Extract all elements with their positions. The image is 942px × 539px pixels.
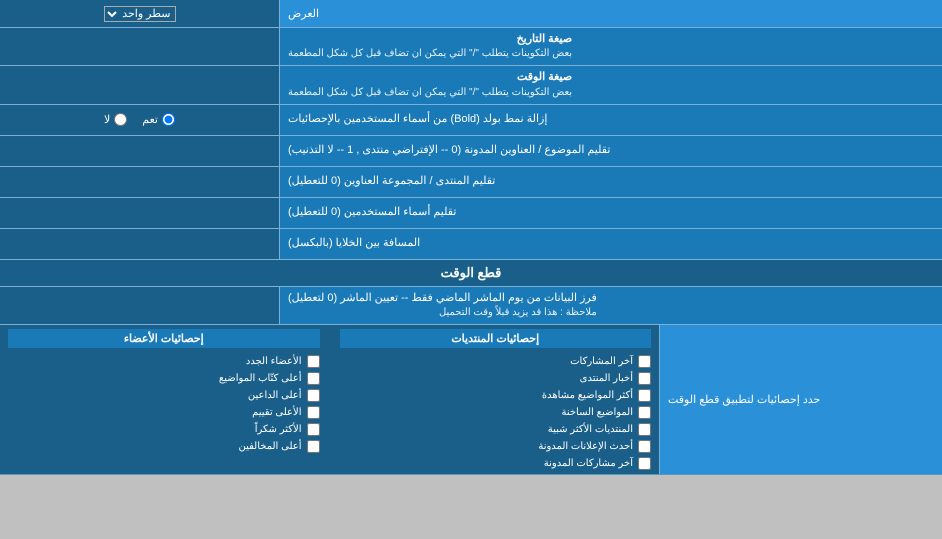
time-cutoff-input-container: 0 [0,287,280,324]
col1-checkboxes: إحصائيات المنتديات آخر المشاركات أخبار ا… [340,329,652,470]
trim-forum-row: تقليم المنتدى / المجموعة العناوين (0 للت… [0,167,942,198]
checkbox-most-viewed[interactable] [638,389,651,402]
list-item: آخر مشاركات المدونة [340,457,652,470]
bold-remove-label: إزالة نمط بولد (Bold) من أسماء المستخدمي… [280,105,942,135]
time-format-label: صيغة الوقت بعض التكوينات يتطلب "/" التي … [280,66,942,103]
bold-no-radio[interactable] [114,113,127,126]
list-item: أكثر المواضيع مشاهدة [340,389,652,402]
checkbox-forum-news[interactable] [638,372,651,385]
bold-yes-radio[interactable] [162,113,175,126]
checkbox-latest-announcements[interactable] [638,440,651,453]
trim-topic-row: تقليم الموضوع / العناوين المدونة (0 -- ا… [0,136,942,167]
trim-users-label: تقليم أسماء المستخدمين (0 للتعطيل) [280,198,942,228]
trim-topic-input[interactable]: 33 [5,144,274,158]
date-format-input[interactable]: d-m [5,40,274,54]
trim-forum-input[interactable]: 33 [5,175,274,189]
main-container: العرض سطر واحد سطرين ثلاثة أسطر صيغة الت… [0,0,942,475]
trim-users-input-container: 0 [0,198,280,228]
bold-remove-row: إزالة نمط بولد (Bold) من أسماء المستخدمي… [0,105,942,136]
cell-padding-input[interactable]: 2 [5,237,274,251]
date-format-input-container: d-m [0,28,280,65]
list-item: أخبار المنتدى [340,372,652,385]
date-format-row: صيغة التاريخ بعض التكوينات يتطلب "/" الت… [0,28,942,66]
trim-forum-label: تقليم المنتدى / المجموعة العناوين (0 للت… [280,167,942,197]
list-item: الأعلى تقييم [8,406,320,419]
checkbox-most-thanks[interactable] [307,423,320,436]
bold-remove-radios: تعم لا [0,105,280,135]
checkbox-similar-forums[interactable] [638,423,651,436]
col2-checkboxes: إحصائيات الأعضاء الأعضاء الجدد أعلى كتّا… [8,329,320,470]
display-select-container: سطر واحد سطرين ثلاثة أسطر [0,0,280,27]
list-item: المنتديات الأكثر شبية [340,423,652,436]
checkbox-last-blog-posts[interactable] [638,457,651,470]
stats-apply-label: حدد إحصائيات لتطبيق قطع الوقت [660,325,942,474]
checkboxes-container: إحصائيات المنتديات آخر المشاركات أخبار ا… [0,325,660,474]
col2-header: إحصائيات الأعضاء [8,329,320,348]
checkbox-last-posts[interactable] [638,355,651,368]
checkbox-top-writers[interactable] [307,372,320,385]
cell-padding-input-container: 2 [0,229,280,259]
display-row: العرض سطر واحد سطرين ثلاثة أسطر [0,0,942,28]
checkbox-top-rated[interactable] [307,406,320,419]
list-item: الأعضاء الجدد [8,355,320,368]
checkbox-hot-topics[interactable] [638,406,651,419]
display-select[interactable]: سطر واحد سطرين ثلاثة أسطر [104,6,176,22]
list-item: أعلى الداعين [8,389,320,402]
time-format-input[interactable]: H:i [5,78,274,92]
time-cutoff-header: قطع الوقت [0,260,942,287]
trim-topic-label: تقليم الموضوع / العناوين المدونة (0 -- ا… [280,136,942,166]
list-item: آخر المشاركات [340,355,652,368]
list-item: المواضيع الساخنة [340,406,652,419]
trim-forum-input-container: 33 [0,167,280,197]
cell-padding-label: المسافة بين الخلايا (بالبكسل) [280,229,942,259]
list-item: أعلى كتّاب المواضيع [8,372,320,385]
list-item: الأكثر شكراً [8,423,320,436]
col1-header: إحصائيات المنتديات [340,329,652,348]
time-cutoff-input[interactable]: 0 [5,298,274,312]
time-cutoff-row: فرز البيانات من يوم الماشر الماضي فقط --… [0,287,942,325]
trim-topic-input-container: 33 [0,136,280,166]
checkbox-new-members[interactable] [307,355,320,368]
date-format-label: صيغة التاريخ بعض التكوينات يتطلب "/" الت… [280,28,942,65]
time-format-input-container: H:i [0,66,280,103]
checkbox-top-violators[interactable] [307,440,320,453]
checkbox-top-inviters[interactable] [307,389,320,402]
stats-apply-row: حدد إحصائيات لتطبيق قطع الوقت إحصائيات ا… [0,325,942,475]
list-item: أعلى المخالفين [8,440,320,453]
bold-yes-label: تعم [142,113,175,126]
bold-no-label: لا [104,113,127,126]
cell-padding-row: المسافة بين الخلايا (بالبكسل) 2 [0,229,942,260]
time-cutoff-label: فرز البيانات من يوم الماشر الماضي فقط --… [280,287,942,324]
list-item: أحدث الإعلانات المدونة [340,440,652,453]
trim-users-row: تقليم أسماء المستخدمين (0 للتعطيل) 0 [0,198,942,229]
trim-users-input[interactable]: 0 [5,206,274,220]
display-label: العرض [280,0,942,27]
time-format-row: صيغة الوقت بعض التكوينات يتطلب "/" التي … [0,66,942,104]
